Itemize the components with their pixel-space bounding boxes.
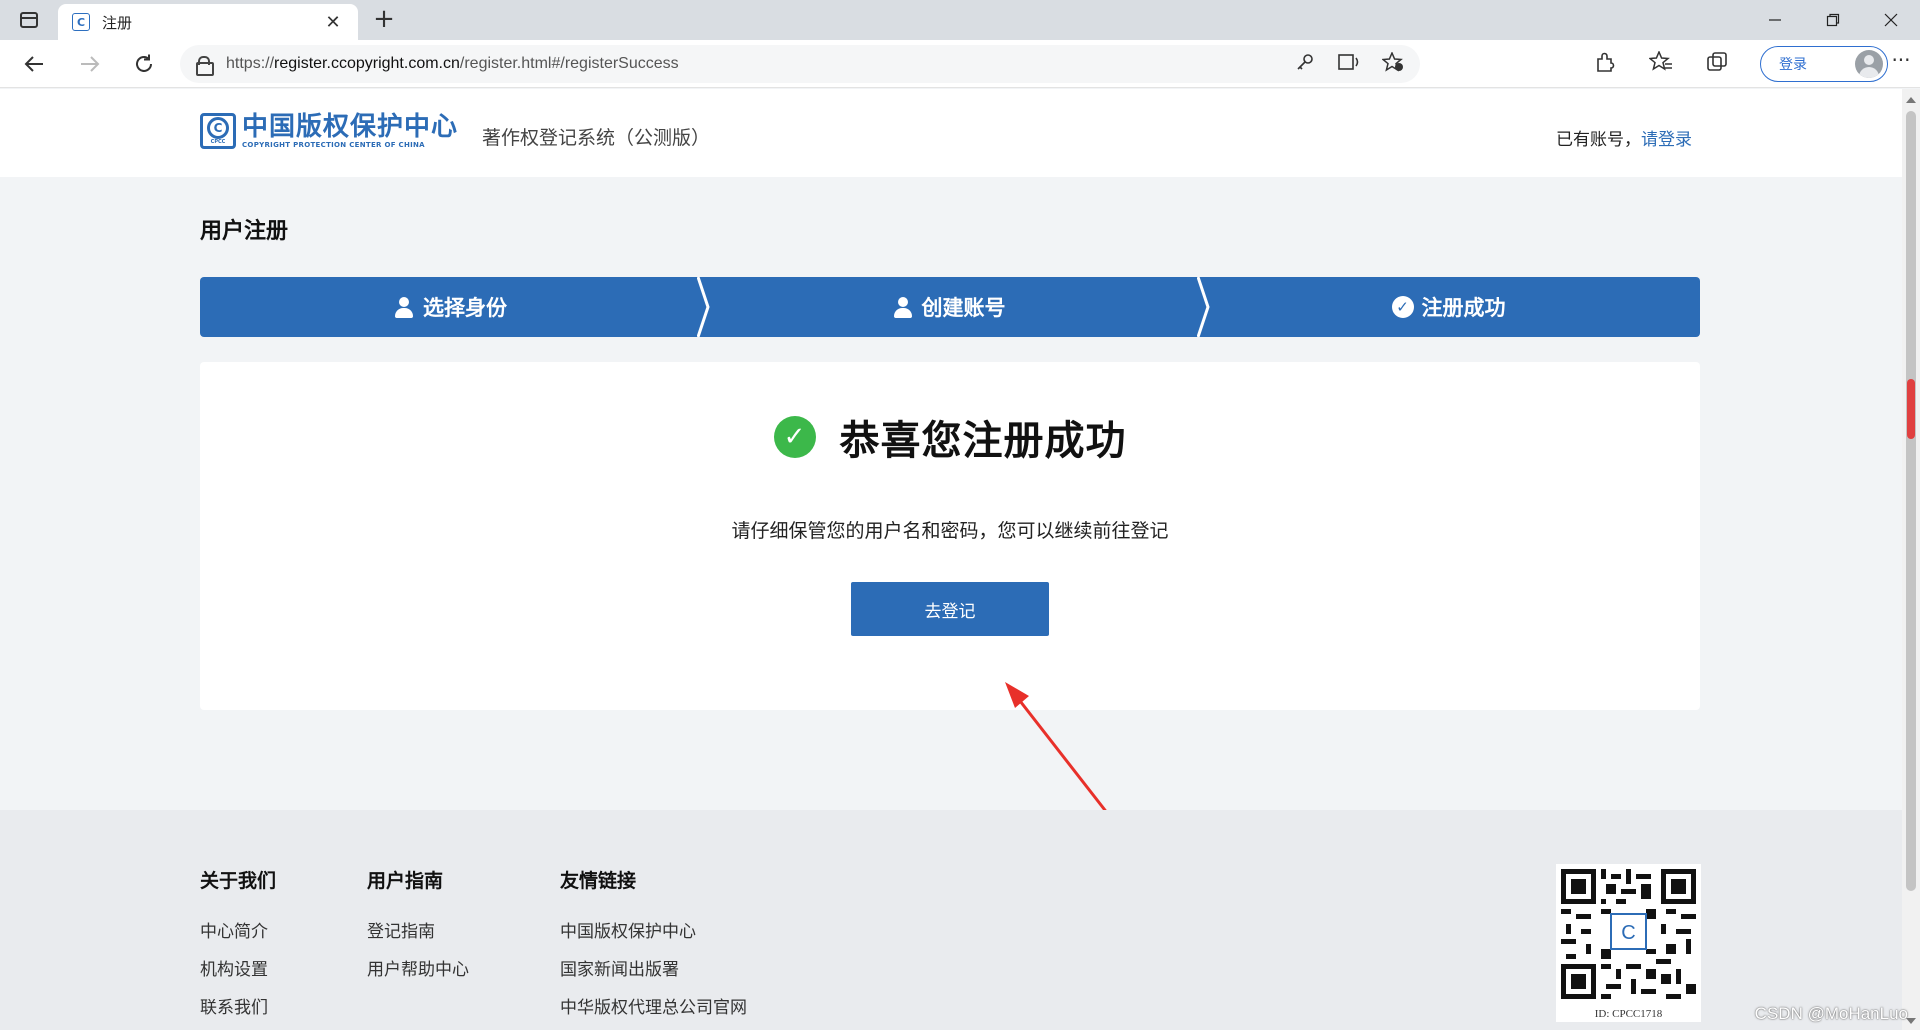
browser-tab[interactable]: C 注册 ✕: [58, 4, 358, 40]
success-message: 请仔细保管您的用户名和密码，您可以继续前往登记: [731, 520, 1169, 542]
step-select-identity: 选择身份: [200, 277, 700, 337]
scroll-highlight-marker: [1907, 379, 1915, 439]
logo-mark-icon: C CPCC: [200, 113, 236, 149]
footer-link[interactable]: 联系我们: [200, 993, 276, 1018]
collections-icon[interactable]: [1702, 51, 1732, 78]
success-card: ✓ 恭喜您注册成功 请仔细保管您的用户名和密码，您可以继续前往登记 去登记: [200, 362, 1700, 710]
page-scrollbar[interactable]: [1902, 89, 1920, 1030]
footer-link[interactable]: 中国版权保护中心: [560, 917, 747, 942]
footer-guide: 用户指南 登记指南 用户帮助中心: [367, 866, 469, 993]
footer-col-title: 用户指南: [367, 870, 444, 892]
qr-logo-letter: C: [1621, 922, 1635, 944]
step-divider: [697, 277, 710, 337]
forward-icon[interactable]: [74, 48, 106, 80]
page-title: 用户注册: [200, 219, 289, 244]
footer-link[interactable]: 中华版权代理总公司官网: [560, 993, 747, 1018]
back-icon[interactable]: [18, 48, 50, 80]
system-name: 著作权登记系统（公测版）: [482, 127, 711, 149]
footer-link[interactable]: 中心简介: [200, 917, 276, 942]
footer-col-title: 友情链接: [560, 870, 637, 892]
user-icon: [393, 296, 415, 318]
logo-chinese-name: 中国版权保护中心: [242, 112, 459, 142]
tab-title: 注册: [102, 13, 133, 32]
minimize-icon[interactable]: [1746, 0, 1804, 40]
extensions-icon[interactable]: [1590, 51, 1620, 78]
footer-link[interactable]: 机构设置: [200, 955, 276, 980]
window-controls: [1746, 0, 1920, 40]
registration-steps: 选择身份 创建账号 ✓ 注册成功: [200, 277, 1700, 337]
site-favicon-icon: C: [72, 13, 90, 31]
favorites-icon[interactable]: [1646, 49, 1676, 78]
watermark: CSDN @MoHanLuo: [1754, 1004, 1908, 1023]
address-bar[interactable]: https://register.ccopyright.com.cn/regis…: [180, 45, 1420, 83]
profile-login-label: 登录: [1779, 57, 1807, 73]
site-logo[interactable]: C CPCC 中国版权保护中心 COPYRIGHT PROTECTION CEN…: [200, 113, 458, 149]
qr-id: ID: CPCC1718: [1594, 1008, 1663, 1020]
step-divider: [1197, 277, 1210, 337]
go-register-button[interactable]: 去登记: [851, 582, 1049, 636]
footer-link[interactable]: 登记指南: [367, 917, 469, 942]
user-add-icon: [892, 296, 914, 318]
url-text[interactable]: https://register.ccopyright.com.cn/regis…: [226, 55, 1294, 73]
qr-code: C ID: CPCC1718: [1556, 864, 1701, 1022]
footer-link[interactable]: 国家新闻出版署: [560, 955, 747, 980]
lock-icon[interactable]: [196, 56, 214, 76]
read-aloud-icon[interactable]: [1338, 53, 1360, 76]
success-title: 恭喜您注册成功: [839, 418, 1127, 464]
check-circle-icon: ✓: [1391, 296, 1414, 318]
site-header: C CPCC 中国版权保护中心 COPYRIGHT PROTECTION CEN…: [0, 89, 1902, 177]
tab-close-icon[interactable]: ✕: [322, 12, 344, 33]
tab-actions-icon[interactable]: [16, 8, 42, 32]
footer-link[interactable]: 用户帮助中心: [367, 955, 469, 980]
key-icon[interactable]: [1294, 53, 1316, 76]
qr-code-icon: C: [1556, 864, 1701, 1004]
logo-english-name: COPYRIGHT PROTECTION CENTER OF CHINA: [242, 141, 425, 149]
login-link[interactable]: 请登录: [1641, 130, 1692, 150]
step-create-account: 创建账号: [697, 277, 1200, 337]
have-account-text: 已有账号，请登录: [1556, 130, 1692, 150]
success-check-icon: ✓: [773, 416, 816, 458]
more-menu-icon[interactable]: ···: [1886, 48, 1916, 80]
browser-toolbar: https://register.ccopyright.com.cn/regis…: [0, 40, 1920, 88]
browser-tab-bar: C 注册 ✕ +: [0, 0, 1920, 40]
close-window-icon[interactable]: [1862, 0, 1920, 40]
restore-icon[interactable]: [1804, 0, 1862, 40]
footer-col-title: 关于我们: [200, 870, 277, 892]
site-footer: 关于我们 中心简介 机构设置 联系我们 用户指南 登记指南 用户帮助中心 友情链…: [0, 810, 1902, 1030]
page-viewport: C CPCC 中国版权保护中心 COPYRIGHT PROTECTION CEN…: [0, 89, 1902, 1030]
scroll-up-icon[interactable]: [1906, 97, 1916, 103]
new-tab-icon[interactable]: +: [370, 6, 398, 34]
refresh-icon[interactable]: [128, 48, 160, 80]
avatar-icon: [1855, 50, 1883, 78]
footer-friend-links: 友情链接 中国版权保护中心 国家新闻出版署 中华版权代理总公司官网: [560, 866, 747, 1030]
step-register-success: ✓ 注册成功: [1197, 277, 1700, 337]
profile-login-button[interactable]: 登录: [1760, 46, 1888, 82]
footer-about: 关于我们 中心简介 机构设置 联系我们: [200, 866, 276, 1030]
scrollbar-thumb[interactable]: [1906, 111, 1916, 891]
add-favorite-icon[interactable]: [1381, 50, 1404, 77]
